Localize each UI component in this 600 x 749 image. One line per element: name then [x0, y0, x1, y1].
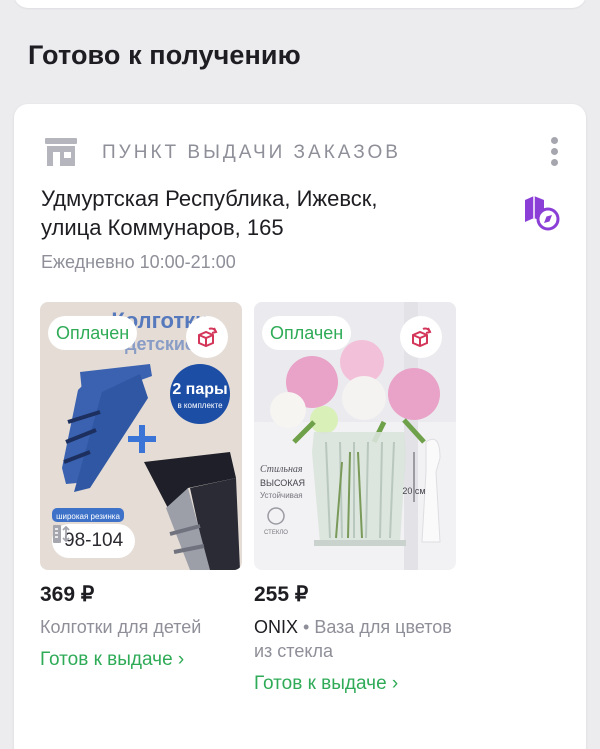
product-name: Колготки для детей	[40, 617, 202, 637]
size-ruler-icon	[53, 525, 70, 543]
image-pairs-label: 2 пары	[172, 381, 227, 398]
previous-card-edge	[14, 0, 586, 8]
image-height-label: 20 см	[402, 486, 425, 496]
pickup-card: ПУНКТ ВЫДАЧИ ЗАКАЗОВ Удмуртская Республи…	[14, 104, 586, 749]
more-vertical-icon[interactable]	[542, 134, 566, 170]
product-name: ONIX • Ваза для цветов из стекла	[254, 615, 456, 663]
order-item: Колготки детские 2 пары в комплекте широ…	[40, 302, 242, 671]
pickup-point-label: ПУНКТ ВЫДАЧИ ЗАКАЗОВ	[102, 142, 401, 163]
image-line-2: ВЫСОКАЯ	[260, 478, 305, 488]
section-title: Готово к получению	[28, 40, 301, 70]
ready-status-link[interactable]: Готов к выдаче ›	[40, 649, 242, 671]
product-brand: ONIX	[254, 617, 299, 637]
paid-badge: Оплачен	[262, 316, 352, 350]
product-image-tights[interactable]: Колготки детские 2 пары в комплекте широ…	[40, 302, 242, 570]
image-line-3: Устойчивая	[260, 491, 303, 500]
image-note: широкая резинка	[56, 512, 120, 521]
address-line-1: Удмуртская Республика, Ижевск,	[41, 186, 378, 211]
ready-status-link[interactable]: Готов к выдаче ›	[254, 673, 456, 695]
image-line-4: СТЕКЛО	[264, 530, 288, 536]
product-price: 255 ₽	[254, 583, 309, 606]
address-line-2: улица Коммунаров, 165	[41, 215, 284, 240]
opening-hours: Ежедневно 10:00-21:00	[41, 252, 236, 272]
store-icon	[45, 138, 77, 166]
top-spacer	[0, 0, 600, 16]
return-box-icon[interactable]	[186, 316, 228, 358]
size-value: 98-104	[64, 530, 124, 551]
order-item: 20 см Стильная ВЫСОКАЯ Устойчивая СТЕКЛО…	[254, 302, 456, 695]
paid-badge: Оплачен	[48, 316, 138, 350]
image-line-1: Стильная	[260, 464, 303, 475]
pickup-address: Удмуртская Республика, Ижевск, улица Ком…	[41, 184, 481, 242]
product-image-vase[interactable]: 20 см Стильная ВЫСОКАЯ Устойчивая СТЕКЛО…	[254, 302, 456, 570]
return-box-icon[interactable]	[400, 316, 442, 358]
map-compass-icon[interactable]	[521, 192, 561, 232]
size-badge: 98-104	[52, 524, 136, 558]
product-price: 369 ₽	[40, 583, 95, 606]
image-pairs-sub: в комплекте	[177, 401, 223, 410]
